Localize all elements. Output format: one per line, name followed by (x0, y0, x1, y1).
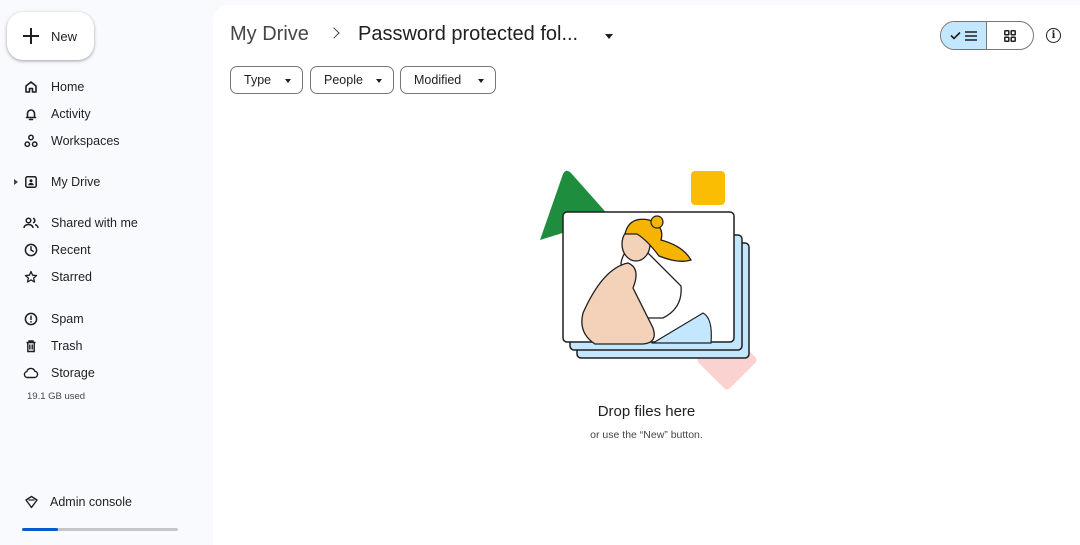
sidebar-item-label: Workspaces (51, 134, 120, 148)
new-button-label: New (51, 28, 78, 44)
drive-icon (22, 173, 40, 191)
sidebar-item-label: Starred (51, 270, 92, 284)
sidebar-item-starred[interactable]: Starred (0, 265, 200, 289)
workspaces-icon (22, 132, 40, 150)
info-icon[interactable]: i (1046, 28, 1061, 43)
people-icon (22, 214, 40, 232)
storage-progress-bar (22, 528, 178, 531)
filter-chip-label: Modified (414, 73, 462, 87)
dropdown-arrow-icon (478, 79, 484, 83)
list-icon (965, 30, 977, 41)
grid-icon (1004, 29, 1016, 42)
sidebar-item-label: Activity (51, 107, 91, 121)
list-view-button[interactable] (941, 22, 987, 49)
breadcrumb-current[interactable]: Password protected fol... (358, 23, 578, 46)
empty-folder-illustration (540, 170, 757, 390)
dropdown-arrow-icon (285, 79, 291, 83)
new-button[interactable]: New (7, 12, 94, 60)
sidebar: New Home Activity Workspaces My Drive Sh… (0, 0, 213, 545)
sidebar-item-label: Recent (51, 243, 91, 257)
bell-icon (22, 105, 40, 123)
spam-icon (22, 310, 40, 328)
sidebar-item-label: Trash (51, 339, 83, 353)
dropdown-arrow-icon (376, 79, 382, 83)
sidebar-item-spam[interactable]: Spam (0, 307, 200, 331)
sidebar-item-label: Spam (51, 312, 84, 326)
check-icon (950, 31, 961, 40)
view-toggle (940, 21, 1034, 50)
filter-chip-label: People (324, 73, 363, 87)
filter-chip-modified[interactable]: Modified (400, 66, 496, 94)
home-icon (22, 78, 40, 96)
sidebar-item-admin-console[interactable]: Admin console (0, 490, 200, 514)
plus-icon (23, 28, 39, 44)
hair-bun-shape (650, 215, 664, 229)
clock-icon (22, 241, 40, 259)
main-panel: My Drive Password protected fol... i Typ… (213, 5, 1080, 545)
filter-chip-people[interactable]: People (310, 66, 394, 94)
storage-progress-fill (22, 528, 58, 531)
cloud-icon (22, 364, 40, 382)
sidebar-item-workspaces[interactable]: Workspaces (0, 129, 200, 153)
sidebar-item-label: My Drive (51, 175, 101, 189)
sidebar-item-home[interactable]: Home (0, 75, 200, 99)
empty-state-subtitle: or use the “New” button. (590, 429, 703, 441)
expand-caret-icon[interactable] (14, 179, 18, 185)
sidebar-item-storage[interactable]: Storage (0, 361, 200, 385)
chevron-right-icon (328, 27, 340, 39)
filter-chip-label: Type (244, 73, 272, 87)
sidebar-item-trash[interactable]: Trash (0, 334, 200, 358)
admin-shield-icon (22, 493, 40, 511)
trash-icon (22, 337, 40, 355)
star-icon (22, 268, 40, 286)
sidebar-item-label: Shared with me (51, 216, 138, 230)
filter-chip-type[interactable]: Type (230, 66, 303, 94)
sidebar-item-my-drive[interactable]: My Drive (0, 170, 200, 194)
storage-used-text: 19.1 GB used (27, 391, 86, 402)
grid-view-button[interactable] (987, 22, 1033, 49)
sidebar-item-shared-with-me[interactable]: Shared with me (0, 211, 200, 235)
sidebar-item-label: Storage (51, 366, 95, 380)
sidebar-item-label: Admin console (50, 495, 132, 509)
yellow-square-shape (691, 171, 725, 205)
empty-state-title: Drop files here (597, 403, 696, 420)
folder-menu-dropdown-icon[interactable] (605, 34, 613, 39)
breadcrumb-root[interactable]: My Drive (230, 23, 309, 46)
sidebar-item-activity[interactable]: Activity (0, 102, 200, 126)
sidebar-item-label: Home (51, 80, 85, 94)
sidebar-item-recent[interactable]: Recent (0, 238, 200, 262)
